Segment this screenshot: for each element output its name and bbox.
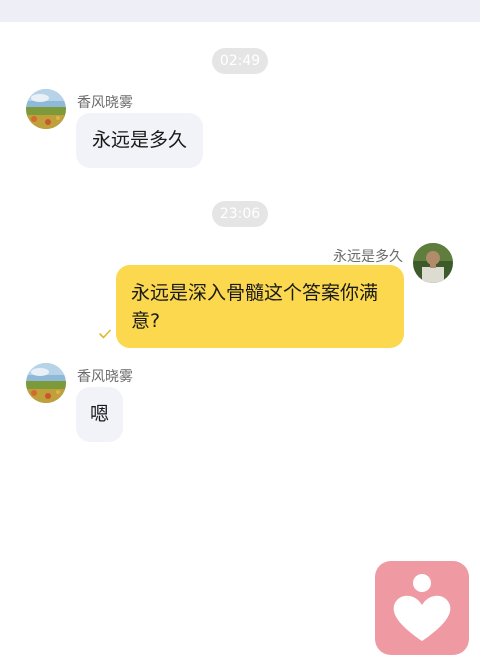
check-icon xyxy=(99,329,111,339)
landscape-avatar-image xyxy=(26,363,66,403)
my-avatar[interactable] xyxy=(413,243,453,283)
incoming-message-bubble[interactable]: 嗯 xyxy=(76,387,124,442)
person-avatar-image xyxy=(413,243,453,283)
landscape-avatar-image xyxy=(26,89,66,129)
sender-name: 永远是多久 xyxy=(333,249,403,265)
timestamp-pill: 02:49 xyxy=(212,48,268,74)
floating-heart-button[interactable] xyxy=(375,561,469,655)
contact-avatar[interactable] xyxy=(26,363,66,403)
contact-avatar[interactable] xyxy=(26,89,66,129)
top-bar-strip xyxy=(0,0,480,22)
heart-person-icon xyxy=(393,574,451,641)
outgoing-message-bubble[interactable]: 永远是深入骨髓这个答案你满意? xyxy=(116,265,404,348)
sender-name: 香风晓雾 xyxy=(77,95,133,111)
incoming-message-bubble[interactable]: 永远是多久 xyxy=(76,113,204,168)
timestamp-pill: 23:06 xyxy=(212,201,268,227)
sender-name: 香风晓雾 xyxy=(77,369,133,385)
